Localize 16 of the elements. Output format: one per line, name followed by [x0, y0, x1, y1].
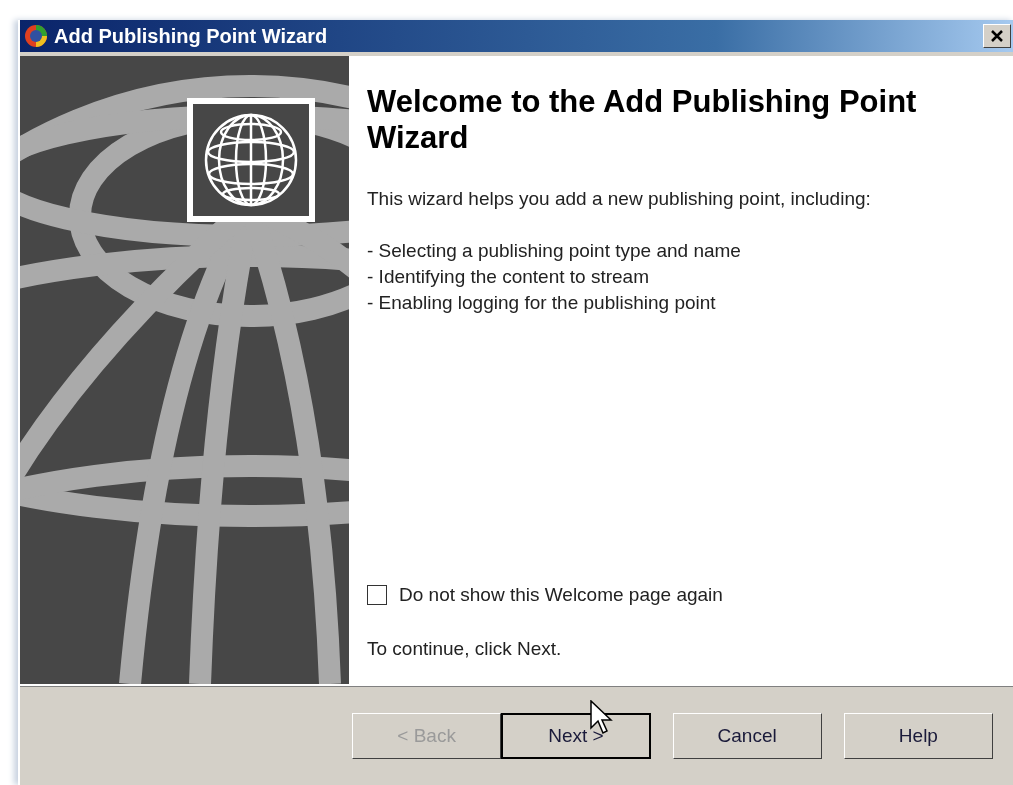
intro-text: This wizard helps you add a new publishing point, including:	[367, 187, 872, 211]
wizard-button[interactable]: Next >	[501, 712, 651, 759]
feature-item: - Selecting a publishing point type and name	[367, 239, 742, 263]
wizard-button[interactable]: Cancel	[672, 712, 822, 759]
window-title: Add Publishing Point Wizard	[54, 24, 329, 48]
globe-icon	[203, 112, 299, 208]
checkbox-label: Do not show this Welcome page again	[399, 583, 723, 607]
feature-item: - Enabling logging for the publishing point	[367, 291, 717, 315]
close-icon	[990, 29, 1004, 43]
checkbox[interactable]	[367, 585, 387, 605]
feature-item: - Identifying the content to stream	[367, 265, 650, 289]
close-button[interactable]	[983, 24, 1011, 48]
wizard-heading: Welcome to the Add Publishing Point Wizard	[367, 84, 918, 156]
app-icon	[24, 24, 48, 48]
wizard-button[interactable]: Help	[843, 712, 993, 759]
continue-hint: To continue, click Next.	[367, 637, 563, 661]
